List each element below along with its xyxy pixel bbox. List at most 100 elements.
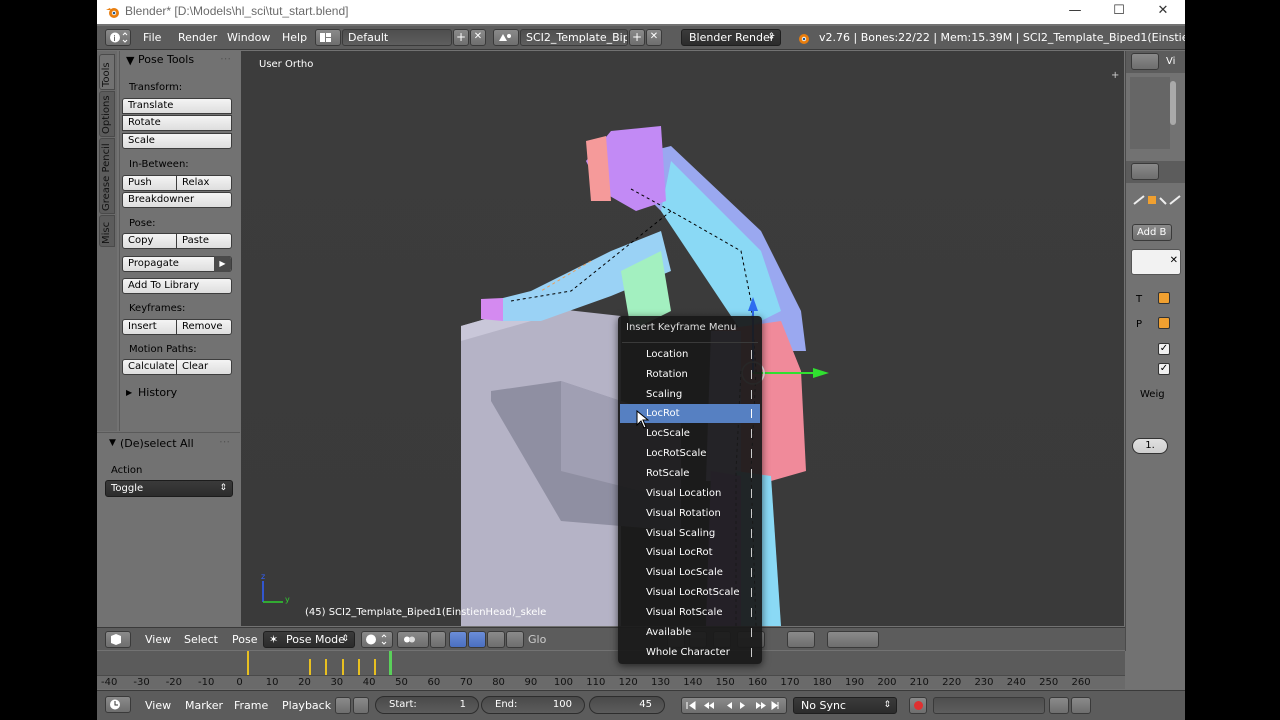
menu-item-rotscale[interactable]: RotScale [620,464,760,483]
menu-item-visual-location[interactable]: Visual Location [620,484,760,503]
viewport-editor-type-button[interactable] [105,631,131,648]
layout-name-field[interactable]: Default [342,29,452,46]
breakdowner-button[interactable]: Breakdowner [122,192,232,208]
outliner-scrollbar[interactable] [1170,81,1176,125]
start-frame-field[interactable]: Start: 1 [375,696,479,714]
menu-window[interactable]: Window [227,31,270,44]
drag-handle-icon[interactable]: ⋯ [220,52,231,65]
translate-button[interactable]: Translate [122,98,232,114]
history-expand-icon[interactable]: ▶ [126,388,132,397]
copy-pose-button[interactable]: Copy [122,233,177,249]
menu-item-location[interactable]: Location [620,345,760,364]
menu-item-scaling[interactable]: Scaling [620,385,760,404]
checkbox[interactable]: ✓ [1158,363,1170,375]
submenu-arrow-icon[interactable]: ▶ [214,256,231,272]
add-layout-icon[interactable]: + [453,29,469,46]
manipulator-toggle[interactable] [430,631,446,648]
sync-dropdown[interactable]: No Sync ⇕ [793,697,897,714]
scene-browse-button[interactable] [493,29,519,46]
autokey-timer-icon[interactable] [335,697,351,714]
menu-view[interactable]: View [145,633,171,646]
menu-item-rotation[interactable]: Rotation [620,365,760,384]
action-dropdown[interactable]: Toggle ⇕ [105,480,233,497]
current-frame-indicator[interactable] [389,651,392,675]
scene-name-field[interactable]: SCI2_Template_Bip... [520,29,628,46]
keyframe-marker[interactable] [358,659,360,675]
menu-select[interactable]: Select [184,633,218,646]
remove-scene-icon[interactable]: ✕ [646,29,662,46]
frame-ruler[interactable]: -40 -30 -20 -10 0 10 20 30 40 50 60 70 80 90 100 110 120… [97,675,1125,689]
scale-button[interactable]: Scale [122,133,232,149]
panel-collapse-icon[interactable]: ▼ [126,54,134,67]
timeline-area[interactable]: -40 -30 -20 -10 0 10 20 30 40 50 60 70 80 90 100 110 120… [97,651,1125,689]
current-frame-field[interactable]: 45 [589,696,665,714]
manipulator-extra-icon[interactable] [506,631,524,648]
menu-pose[interactable]: Pose [232,633,257,646]
timeline-menu-view[interactable]: View [145,699,171,712]
menu-render[interactable]: Render [178,31,217,44]
menu-item-visual-locscale[interactable]: Visual LocScale [620,563,760,582]
relax-button[interactable]: Relax [177,175,232,191]
keyframe-marker[interactable] [309,659,311,675]
push-button[interactable]: Push [122,175,177,191]
add-to-library-button[interactable]: Add To Library [122,278,232,294]
tab-options[interactable]: Options [99,91,115,137]
menu-item-locrotscale[interactable]: LocRotScale [620,444,760,463]
transform-orientation-label[interactable]: Glo [528,633,546,646]
outliner-editor-type-button[interactable] [1131,53,1159,70]
rotate-button[interactable]: Rotate [122,115,232,131]
menu-item-available[interactable]: Available [620,623,760,642]
outliner-area[interactable] [1130,77,1170,149]
close-button[interactable]: ✕ [1141,0,1185,24]
panel-title-pose-tools[interactable]: Pose Tools [138,53,194,66]
translate-manipulator-icon[interactable] [449,631,467,648]
rotate-manipulator-icon[interactable] [468,631,486,648]
keying-icons[interactable] [827,631,879,648]
vertex-group-list[interactable]: ✕ [1131,249,1181,275]
calculate-paths-button[interactable]: Calculate [122,359,177,375]
playback-controls[interactable] [681,697,787,714]
editor-type-button[interactable]: i [105,29,131,46]
remove-layout-icon[interactable]: ✕ [470,29,486,46]
scale-manipulator-icon[interactable] [487,631,505,648]
maximize-button[interactable]: ☐ [1097,0,1141,24]
insert-keyframe-button[interactable]: Insert [122,319,177,335]
pivot-dropdown[interactable] [397,631,429,648]
keyframe-marker[interactable] [342,659,344,675]
tab-tools[interactable]: Tools [99,54,115,90]
render-engine-dropdown[interactable]: Blender Render ⇕ [681,29,781,46]
menu-item-whole-character[interactable]: Whole Character [620,643,760,662]
viewport-expand-icon[interactable]: + [1111,70,1119,81]
remove-keyframe-button[interactable]: Remove [177,319,232,335]
checkbox[interactable]: ✓ [1158,343,1170,355]
properties-editor-type-button[interactable] [1131,163,1159,180]
end-frame-field[interactable]: End: 100 [481,696,585,714]
clear-paths-button[interactable]: Clear [177,359,232,375]
menu-file[interactable]: File [143,31,161,44]
history-panel-title[interactable]: History [138,386,177,399]
record-button[interactable] [909,697,927,714]
keyframe-insert-icon[interactable] [1049,697,1069,714]
menu-item-visual-rotation[interactable]: Visual Rotation [620,504,760,523]
paste-pose-button[interactable]: Paste [177,233,232,249]
timeline-menu-marker[interactable]: Marker [185,699,223,712]
drag-handle-icon[interactable]: ⋯ [219,435,230,448]
weight-field[interactable]: 1. [1132,438,1168,454]
close-icon[interactable]: ✕ [1170,255,1178,266]
keyframe-marker[interactable] [325,659,327,675]
keying-set-field[interactable] [933,697,1045,714]
shading-dropdown[interactable] [361,631,393,648]
operator-collapse-icon[interactable]: ▼ [109,438,116,448]
menu-item-visual-rotscale[interactable]: Visual RotScale [620,603,760,622]
tab-grease-pencil[interactable]: Grease Pencil [99,138,115,214]
minimize-button[interactable]: — [1053,0,1097,24]
mode-dropdown[interactable]: ✶ Pose Mode ⇕ [263,631,355,648]
menu-item-visual-locrotscale[interactable]: Visual LocRotScale [620,583,760,602]
add-scene-icon[interactable]: + [629,29,645,46]
lock-icon[interactable] [353,697,369,714]
timeline-editor-type-button[interactable] [105,696,131,713]
menu-item-visual-scaling[interactable]: Visual Scaling [620,524,760,543]
menu-help[interactable]: Help [282,31,307,44]
add-button[interactable]: Add B [1132,224,1172,241]
keyframe-marker[interactable] [247,651,249,675]
